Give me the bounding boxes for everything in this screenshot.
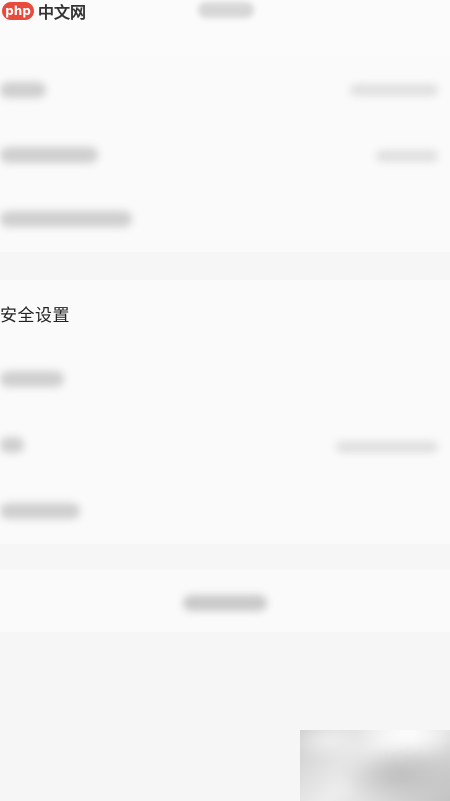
blurred-thumbnail-image (300, 730, 450, 801)
settings-section-1 (0, 56, 450, 252)
row-label-blurred (0, 82, 46, 98)
site-logo: php 中文网 (2, 0, 86, 22)
row-value-blurred (336, 441, 438, 453)
page-title-blurred (198, 2, 254, 18)
settings-row[interactable] (0, 56, 450, 122)
security-row[interactable] (0, 478, 450, 544)
row-value-blurred (350, 84, 438, 96)
settings-row[interactable] (0, 122, 450, 188)
app-page: php 中文网 安全设置 (0, 0, 450, 801)
thumbnail-fill (300, 730, 450, 801)
row-label-blurred (0, 147, 98, 163)
php-logo-badge: php (2, 2, 34, 20)
row-label-blurred (0, 437, 24, 453)
security-row[interactable] (0, 412, 450, 478)
security-section-title: 安全设置 (0, 306, 70, 326)
site-name: 中文网 (38, 3, 87, 22)
row-label-blurred (0, 503, 80, 519)
row-label-blurred (0, 211, 132, 227)
row-label-blurred (0, 371, 64, 387)
top-bar: php 中文网 (0, 0, 450, 56)
bottom-action-button[interactable] (0, 570, 450, 632)
security-row[interactable] (0, 346, 450, 412)
button-label-blurred (183, 595, 267, 611)
settings-row[interactable] (0, 188, 450, 254)
row-value-blurred (376, 150, 438, 162)
